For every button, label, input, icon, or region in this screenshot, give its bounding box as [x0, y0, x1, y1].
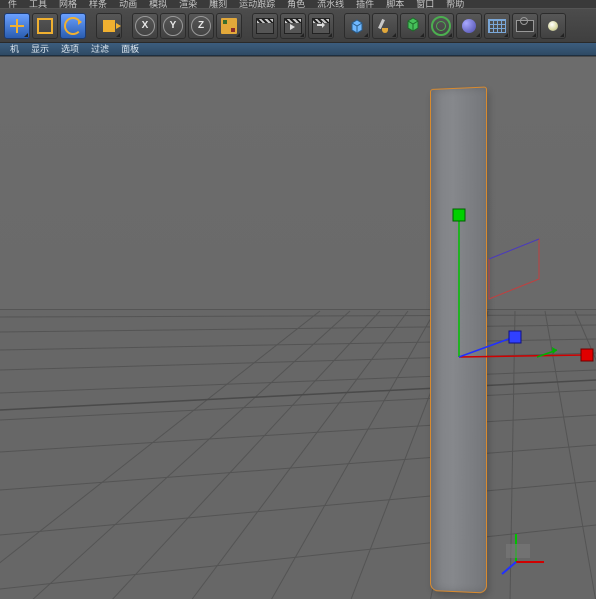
light-button[interactable] [540, 13, 566, 39]
menu-item[interactable]: 模拟 [143, 0, 173, 8]
clapper-arrow-icon [312, 18, 330, 34]
subdiv-button[interactable] [400, 13, 426, 39]
scale-tool-button[interactable] [32, 13, 58, 39]
array-button[interactable] [428, 13, 454, 39]
menu-item[interactable]: 帮助 [440, 0, 470, 8]
menu-item[interactable]: 窗口 [410, 0, 440, 8]
coord-system-button[interactable] [216, 13, 242, 39]
viewport-menubar: 机 显示 选项 过滤 面板 [0, 43, 596, 56]
axis-x-button[interactable]: X [132, 13, 158, 39]
menu-item[interactable]: 角色 [281, 0, 311, 8]
viewmenu-item[interactable]: 显示 [25, 43, 55, 55]
recent-icon [103, 20, 115, 32]
menu-item[interactable]: 工具 [23, 0, 53, 8]
menu-item[interactable]: 插件 [350, 0, 380, 8]
metaball-button[interactable] [456, 13, 482, 39]
menu-item[interactable]: 流水线 [311, 0, 350, 8]
cube-icon [349, 18, 365, 34]
viewport-axis-hud [496, 522, 556, 582]
menu-item[interactable]: 运动跟踪 [233, 0, 281, 8]
menu-item[interactable]: 雕刻 [203, 0, 233, 8]
move-icon [10, 19, 24, 33]
menu-item[interactable]: 网格 [53, 0, 83, 8]
coord-icon [221, 18, 237, 34]
pen-icon [377, 18, 393, 34]
viewmenu-item[interactable]: 选项 [55, 43, 85, 55]
viewmenu-item[interactable]: 过滤 [85, 43, 115, 55]
menu-item[interactable]: 渲染 [173, 0, 203, 8]
clapper-icon [256, 18, 274, 34]
rotate-tool-button[interactable] [60, 13, 86, 39]
clapper-play-icon [284, 18, 302, 34]
metaball-icon [462, 19, 476, 33]
ground-grid [0, 57, 596, 599]
pen-tool-button[interactable] [372, 13, 398, 39]
viewmenu-item[interactable]: 面板 [115, 43, 145, 55]
cube-object [430, 86, 487, 593]
rotate-icon [64, 17, 82, 35]
light-icon [548, 21, 558, 31]
primitive-cube-button[interactable] [344, 13, 370, 39]
render-picture-button[interactable] [280, 13, 306, 39]
scale-icon [37, 18, 53, 34]
app-menubar: 件 工具 网格 样条 动画 模拟 渲染 雕刻 运动跟踪 角色 流水线 插件 脚本… [0, 0, 596, 8]
floor-icon [488, 19, 506, 33]
subdiv-icon [405, 16, 421, 35]
axis-y-button[interactable]: Y [160, 13, 186, 39]
render-view-button[interactable] [252, 13, 278, 39]
camera-button[interactable] [512, 13, 538, 39]
menu-item[interactable]: 动画 [113, 0, 143, 8]
camera-icon [516, 20, 534, 32]
menu-item[interactable]: 样条 [83, 0, 113, 8]
render-settings-button[interactable] [308, 13, 334, 39]
move-tool-button[interactable] [4, 13, 30, 39]
menu-item[interactable]: 件 [2, 0, 23, 8]
axis-x-icon: X [135, 16, 155, 36]
perspective-viewport[interactable] [0, 56, 596, 599]
main-toolbar: X Y Z [0, 8, 596, 43]
axis-z-icon: Z [191, 16, 211, 36]
floor-button[interactable] [484, 13, 510, 39]
selected-object[interactable] [430, 89, 502, 599]
axis-z-button[interactable]: Z [188, 13, 214, 39]
viewmenu-item[interactable]: 机 [4, 43, 25, 55]
recent-tool-button[interactable] [96, 13, 122, 39]
axis-y-icon: Y [163, 16, 183, 36]
menu-item[interactable]: 脚本 [380, 0, 410, 8]
